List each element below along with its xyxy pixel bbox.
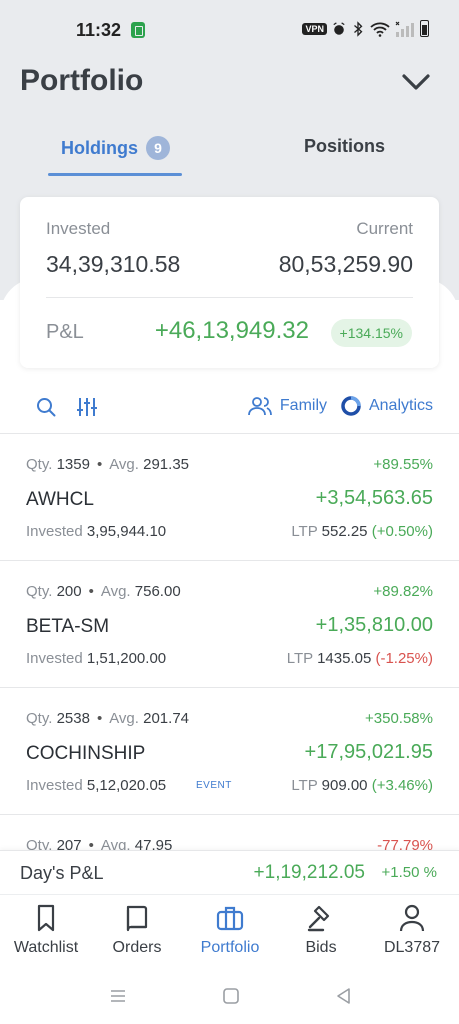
holding-ltp: LTP 1435.05 (-1.25%): [286, 650, 433, 667]
analytics-icon: [341, 396, 361, 416]
nav-account[interactable]: DL3787: [366, 903, 458, 957]
book-icon: [126, 905, 148, 932]
analytics-button[interactable]: Analytics: [341, 396, 433, 416]
vpn-badge: VPN: [302, 22, 327, 35]
nav-orders-label: Orders: [112, 939, 162, 956]
current-value: 80,53,259.90: [278, 251, 413, 277]
card-divider: [46, 297, 413, 298]
day-pnl-percent: +1.50 %: [381, 864, 437, 881]
day-pnl-label: Day's P&L: [20, 863, 104, 883]
day-pnl-value: +1,19,212.05: [253, 862, 365, 883]
nav-watchlist[interactable]: Watchlist: [0, 903, 92, 957]
holding-qty-avg: Qty. 1359 • Avg. 291.35: [26, 456, 190, 473]
wifi-icon: [370, 22, 390, 37]
gavel-icon: [307, 905, 330, 932]
nav-watchlist-label: Watchlist: [13, 939, 79, 956]
tab-positions[interactable]: Positions: [304, 136, 385, 157]
pnl-percent-badge: +134.15%: [330, 319, 412, 347]
holding-row[interactable]: Qty. 200 • Avg. 756.00 +89.82% BETA-SM +1,…: [0, 561, 459, 688]
holding-invested: Invested 3,95,944.10: [26, 523, 167, 540]
system-navigation-bar: [0, 970, 459, 1024]
event-tag[interactable]: EVENT: [196, 780, 232, 791]
active-tab-indicator: [48, 173, 182, 176]
invested-label: Invested: [46, 219, 111, 238]
nav-bids-label: Bids: [305, 939, 337, 956]
holding-ltp: LTP 552.25 (+0.50%): [291, 523, 433, 540]
nav-portfolio[interactable]: Portfolio: [184, 903, 276, 957]
day-pnl-bar[interactable]: Day's P&L +1,19,212.05 +1.50 %: [0, 850, 459, 894]
nav-bids[interactable]: Bids: [275, 903, 367, 957]
tab-holdings[interactable]: Holdings 9: [61, 136, 170, 160]
invested-value: 34,39,310.58: [46, 251, 181, 277]
holding-pnl: +17,95,021.95: [304, 741, 433, 763]
holding-percent: +350.58%: [365, 710, 433, 727]
holding-percent: +89.82%: [373, 583, 433, 600]
holding-qty-avg: Qty. 200 • Avg. 756.00: [26, 583, 181, 600]
back-icon[interactable]: [334, 986, 354, 1006]
holding-percent: +89.55%: [373, 456, 433, 473]
menu-icon[interactable]: [108, 986, 128, 1006]
home-icon[interactable]: [221, 986, 241, 1006]
battery-icon: [420, 20, 429, 37]
status-bar: 11:32 VPN: [0, 0, 459, 58]
page-title: Portfolio: [20, 64, 144, 97]
status-icons: VPN: [302, 20, 429, 37]
holding-symbol: AWHCL: [26, 489, 94, 510]
filter-sliders-icon[interactable]: [76, 396, 98, 418]
bookmark-icon: [37, 904, 55, 932]
nav-account-label: DL3787: [383, 939, 441, 956]
briefcase-icon: [216, 906, 244, 931]
nav-portfolio-label: Portfolio: [200, 939, 260, 956]
notification-app-icon: [131, 22, 145, 38]
family-button[interactable]: Family: [247, 396, 327, 416]
pnl-value: +46,13,949.32: [154, 317, 309, 344]
holding-invested: Invested 1,51,200.00: [26, 650, 167, 667]
status-time: 11:32: [76, 20, 122, 40]
holding-qty-avg: Qty. 2538 • Avg. 201.74: [26, 710, 190, 727]
pnl-label: P&L: [46, 321, 84, 343]
holding-symbol: BETA-SM: [26, 616, 110, 637]
signal-icon: [395, 21, 414, 37]
bottom-navigation: Watchlist Orders Portfolio Bids DL3787: [0, 894, 459, 970]
family-label: Family: [279, 397, 327, 414]
analytics-label: Analytics: [368, 397, 433, 414]
holdings-count-badge: 9: [146, 136, 170, 160]
holding-pnl: +3,54,563.65: [315, 487, 433, 509]
tab-holdings-label: Holdings: [61, 137, 138, 158]
search-icon[interactable]: [36, 397, 56, 417]
chevron-down-icon[interactable]: [401, 70, 431, 94]
holding-row[interactable]: Qty. 1359 • Avg. 291.35 +89.55% AWHCL +3,5…: [0, 434, 459, 561]
current-label: Current: [356, 219, 413, 238]
holding-invested: Invested 5,12,020.05: [26, 777, 167, 794]
bluetooth-icon: [354, 20, 363, 37]
holding-pnl: +1,35,810.00: [315, 614, 433, 636]
holding-symbol: COCHINSHIP: [26, 743, 146, 764]
alarm-icon: [333, 21, 345, 35]
portfolio-summary-card: Invested 34,39,310.58 Current 80,53,259.…: [20, 197, 439, 368]
family-icon: [247, 397, 272, 416]
holdings-toolbar: Family Analytics: [0, 384, 459, 434]
nav-orders[interactable]: Orders: [91, 903, 183, 957]
user-icon: [399, 904, 425, 932]
holding-ltp: LTP 909.00 (+3.46%): [291, 777, 433, 794]
holding-row[interactable]: Qty. 2538 • Avg. 201.74 +350.58% COCHINSHI…: [0, 688, 459, 815]
